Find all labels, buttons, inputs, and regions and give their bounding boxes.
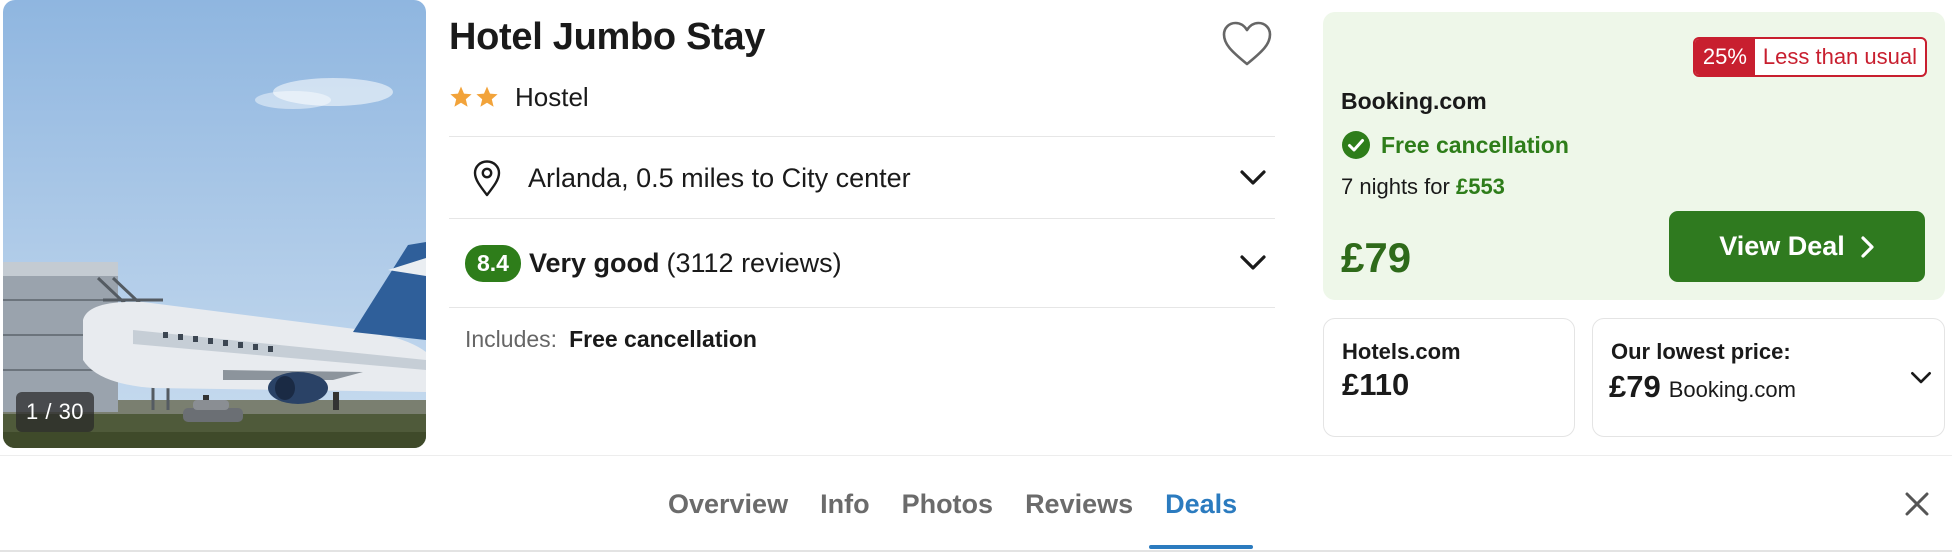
divider <box>449 307 1275 308</box>
discount-percent: 25% <box>1694 39 1755 75</box>
includes-row: Includes: Free cancellation <box>465 326 757 353</box>
airplane-hotel-image <box>3 0 426 448</box>
star-icon <box>476 86 498 107</box>
hotel-name[interactable]: Hotel Jumbo Stay <box>449 16 765 59</box>
includes-value: Free cancellation <box>569 326 757 352</box>
lowest-price-provider: Booking.com <box>1668 377 1796 402</box>
discount-tag: 25% Less than usual <box>1692 37 1927 77</box>
chevron-down-icon[interactable] <box>1239 168 1267 188</box>
free-cancellation-row: Free cancellation <box>1341 130 1569 160</box>
alt-deal-price: £110 <box>1342 367 1410 402</box>
hotel-type-row: Hostel <box>449 80 589 114</box>
star-rating <box>449 85 499 109</box>
tab-photos[interactable]: Photos <box>886 456 1010 553</box>
nights-total: 7 nights for £553 <box>1341 174 1505 200</box>
section-tabs: Overview Info Photos Reviews Deals <box>652 456 1254 553</box>
nights-text: 7 nights for <box>1341 174 1450 199</box>
location-text: Arlanda, 0.5 miles to City center <box>528 162 911 193</box>
close-icon[interactable] <box>1904 491 1930 517</box>
chevron-down-icon[interactable] <box>1910 370 1932 386</box>
tab-bar-baseline <box>0 550 1952 552</box>
location-row[interactable]: Arlanda, 0.5 miles to City center <box>449 137 1275 219</box>
includes-label: Includes: <box>465 326 558 352</box>
tab-overview[interactable]: Overview <box>652 456 804 553</box>
view-deal-label: View Deal <box>1719 231 1845 261</box>
tab-info[interactable]: Info <box>804 456 885 553</box>
hotel-type: Hostel <box>515 81 589 112</box>
lowest-price-card[interactable]: Our lowest price: £79 Booking.com <box>1592 318 1945 437</box>
top-deal-card[interactable]: 25% Less than usual Booking.com Free can… <box>1323 12 1945 300</box>
discount-text: Less than usual <box>1762 44 1917 69</box>
chevron-right-icon <box>1861 235 1874 258</box>
free-cancellation-text: Free cancellation <box>1381 131 1569 158</box>
tab-reviews[interactable]: Reviews <box>1009 456 1149 553</box>
lowest-price-label: Our lowest price: <box>1611 339 1791 364</box>
map-pin-icon <box>473 160 501 197</box>
deal-provider: Booking.com <box>1341 88 1487 114</box>
view-deal-button[interactable]: View Deal <box>1669 211 1925 282</box>
lowest-price-row: £79 Booking.com <box>1609 369 1796 405</box>
rating-row[interactable]: 8.4 Very good (3112 reviews) <box>449 219 1275 307</box>
check-circle-icon <box>1342 131 1370 159</box>
deal-price: £79 <box>1341 234 1412 281</box>
chevron-down-icon[interactable] <box>1239 253 1267 273</box>
nights-total-price: £553 <box>1455 174 1505 199</box>
star-icon <box>450 86 472 107</box>
rating-score-badge: 8.4 <box>465 244 521 282</box>
heart-icon[interactable] <box>1221 20 1273 68</box>
hotel-photo[interactable]: 1 / 30 <box>3 0 426 448</box>
tab-deals[interactable]: Deals <box>1149 456 1254 553</box>
photo-counter: 1 / 30 <box>16 392 95 432</box>
alt-deal-hotels-com[interactable]: Hotels.com £110 <box>1323 318 1575 437</box>
alt-deal-provider: Hotels.com <box>1342 339 1461 364</box>
lowest-price-value: £79 <box>1609 369 1661 404</box>
rating-word: Very good <box>528 247 660 278</box>
review-count: (3112 reviews) <box>666 247 842 278</box>
section-tab-bar: Overview Info Photos Reviews Deals <box>0 455 1952 558</box>
